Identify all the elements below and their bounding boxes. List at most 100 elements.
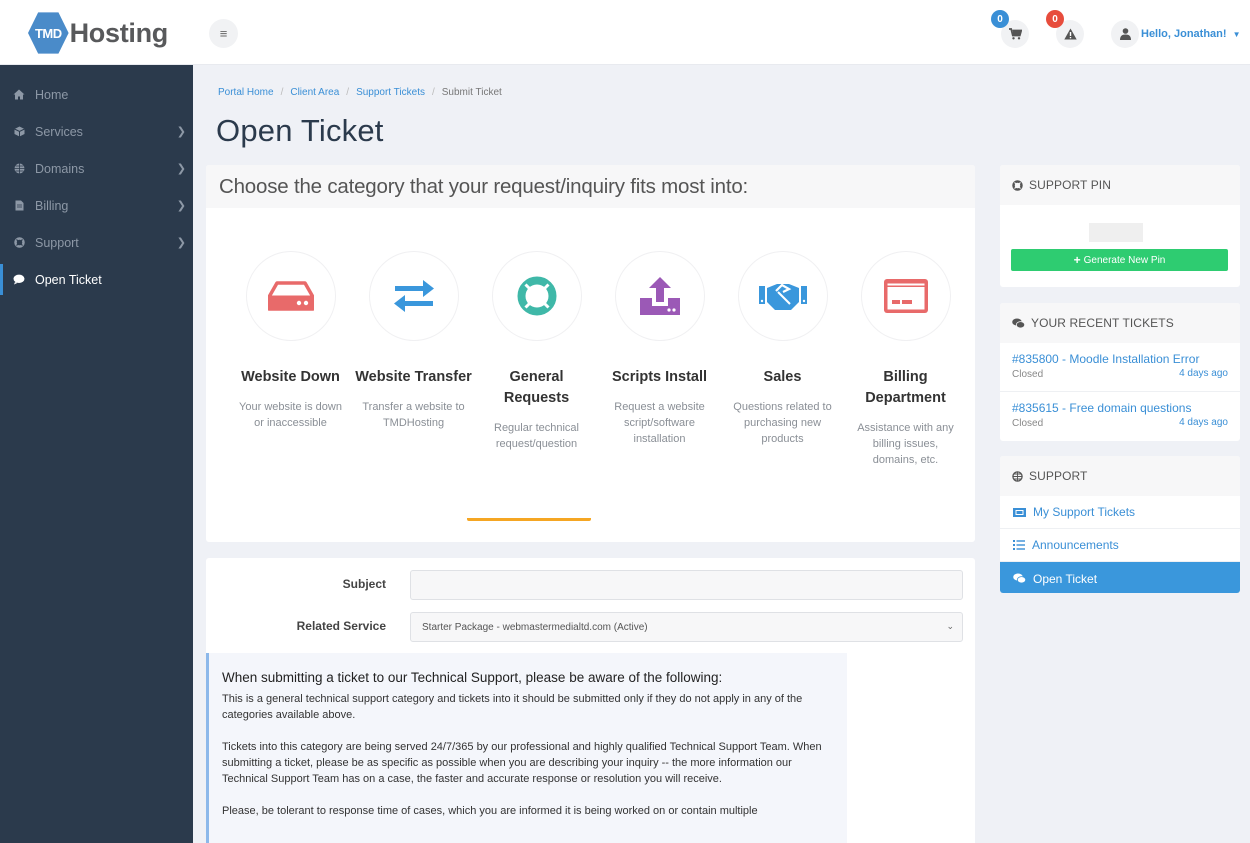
category-billing-department[interactable]: Billing Department Assistance with any b… bbox=[844, 251, 967, 468]
support-links-panel: SUPPORT My Support Tickets Announcements… bbox=[1000, 456, 1240, 593]
top-header: TMD Hosting ≡ 0 0 Hello, Jonathan! ▼ bbox=[0, 0, 1250, 65]
sidebar-item-label: Home bbox=[35, 87, 69, 102]
category-description: Request a website script/software instal… bbox=[614, 401, 705, 445]
ticket-time: 4 days ago bbox=[1179, 417, 1228, 428]
sidebar-item-open-ticket[interactable]: Open Ticket bbox=[0, 261, 193, 298]
breadcrumb: Portal Home / Client Area / Support Tick… bbox=[218, 87, 502, 98]
category-sales[interactable]: Sales Questions related to purchasing ne… bbox=[721, 251, 844, 468]
sidebar-item-label: Open Ticket bbox=[35, 272, 102, 287]
selected-category-indicator bbox=[467, 518, 591, 521]
support-link-announcements[interactable]: Announcements bbox=[1000, 529, 1240, 562]
support-pin-panel: SUPPORT PIN + Generate New Pin bbox=[1000, 165, 1240, 287]
recent-ticket-item[interactable]: #835800 - Moodle Installation Error Clos… bbox=[1000, 343, 1240, 392]
category-title: Sales bbox=[763, 369, 802, 385]
chevron-right-icon: ❯ bbox=[176, 200, 186, 212]
warning-icon bbox=[1063, 28, 1077, 40]
user-icon bbox=[1119, 28, 1131, 40]
category-icon-circle bbox=[368, 251, 459, 341]
notice-paragraph: This is a general technical support cate… bbox=[222, 693, 803, 721]
breadcrumb-client-area[interactable]: Client Area bbox=[290, 87, 339, 98]
category-description: Assistance with any billing issues, doma… bbox=[857, 422, 954, 466]
sidebar: Home Services ❯ Domains ❯ Billing ❯ Supp… bbox=[0, 65, 193, 843]
category-website-down[interactable]: Website Down Your website is down or ina… bbox=[229, 251, 352, 468]
logo[interactable]: TMD Hosting bbox=[28, 9, 168, 57]
plus-icon: + bbox=[1073, 253, 1081, 267]
life-ring-icon bbox=[13, 237, 25, 249]
category-description: Transfer a website to TMDHosting bbox=[362, 401, 465, 429]
support-notice: When submitting a ticket to our Technica… bbox=[206, 653, 847, 843]
category-scripts-install[interactable]: Scripts Install Request a website script… bbox=[598, 251, 721, 468]
ticket-form: Subject Related Service Starter Package … bbox=[206, 558, 975, 843]
subject-label: Subject bbox=[342, 577, 386, 591]
ticket-title: #835615 - Free domain questions bbox=[1012, 401, 1192, 415]
sidebar-item-services[interactable]: Services ❯ bbox=[0, 113, 193, 150]
recent-tickets-title: YOUR RECENT TICKETS bbox=[1031, 316, 1174, 330]
hamburger-icon: ≡ bbox=[219, 26, 228, 41]
related-service-select[interactable]: Starter Package - webmastermedialtd.com … bbox=[410, 612, 963, 642]
globe-icon bbox=[13, 163, 25, 175]
breadcrumb-separator: / bbox=[280, 87, 284, 98]
breadcrumb-portal-home[interactable]: Portal Home bbox=[218, 87, 274, 98]
sidebar-item-label: Domains bbox=[35, 161, 85, 176]
notice-heading: When submitting a ticket to our Technica… bbox=[222, 670, 723, 685]
category-icon-circle bbox=[491, 251, 582, 341]
support-link-label: Announcements bbox=[1032, 538, 1119, 552]
category-title: Website Transfer bbox=[355, 369, 472, 385]
comments-icon bbox=[1012, 318, 1025, 329]
breadcrumb-separator: / bbox=[431, 87, 435, 98]
menu-toggle-button[interactable]: ≡ bbox=[209, 19, 238, 48]
cart-count-badge: 0 bbox=[991, 10, 1009, 28]
support-links-header: SUPPORT bbox=[1000, 456, 1240, 496]
chevron-down-icon: ⌄ bbox=[946, 621, 954, 631]
category-general-requests[interactable]: General Requests Regular technical reque… bbox=[475, 251, 598, 468]
notice-paragraph: Tickets into this category are being ser… bbox=[222, 741, 822, 785]
notice-paragraph: Please, be tolerant to response time of … bbox=[222, 805, 758, 817]
category-card: Choose the category that your request/in… bbox=[206, 165, 975, 542]
category-website-transfer[interactable]: Website Transfer Transfer a website to T… bbox=[352, 251, 475, 468]
user-menu[interactable]: Hello, Jonathan! ▼ bbox=[1111, 20, 1240, 48]
page-title: Open Ticket bbox=[216, 113, 384, 148]
alerts-count-badge: 0 bbox=[1046, 10, 1064, 28]
subject-input[interactable] bbox=[410, 570, 963, 600]
support-links-title: SUPPORT bbox=[1029, 469, 1088, 483]
upload-icon bbox=[639, 277, 680, 315]
sidebar-item-billing[interactable]: Billing ❯ bbox=[0, 187, 193, 224]
sidebar-item-support[interactable]: Support ❯ bbox=[0, 224, 193, 261]
alerts-button[interactable]: 0 bbox=[1046, 10, 1084, 48]
chevron-right-icon: ❯ bbox=[176, 126, 186, 138]
cube-icon bbox=[13, 126, 25, 138]
related-service-value: Starter Package - webmastermedialtd.com … bbox=[422, 621, 648, 633]
category-description: Regular technical request/question bbox=[494, 422, 579, 450]
breadcrumb-support-tickets[interactable]: Support Tickets bbox=[356, 87, 425, 98]
support-link-my-tickets[interactable]: My Support Tickets bbox=[1000, 496, 1240, 529]
support-link-open-ticket[interactable]: Open Ticket bbox=[1000, 562, 1240, 593]
globe-icon bbox=[1012, 470, 1023, 482]
category-description: Questions related to purchasing new prod… bbox=[733, 401, 832, 445]
category-title: Scripts Install bbox=[611, 369, 708, 385]
ticket-icon bbox=[1013, 507, 1026, 517]
ticket-time: 4 days ago bbox=[1179, 368, 1228, 379]
cart-button[interactable]: 0 bbox=[991, 10, 1029, 48]
sidebar-item-home[interactable]: Home bbox=[0, 76, 193, 113]
category-icon-circle bbox=[245, 251, 336, 341]
category-title: General Requests bbox=[503, 369, 570, 406]
ticket-title: #835800 - Moodle Installation Error bbox=[1012, 352, 1200, 366]
sidebar-item-label: Support bbox=[35, 235, 79, 250]
category-title: Billing Department bbox=[865, 369, 946, 406]
category-title: Website Down bbox=[241, 369, 340, 385]
caret-down-icon: ▼ bbox=[1232, 29, 1241, 39]
recent-tickets-header: YOUR RECENT TICKETS bbox=[1000, 303, 1240, 343]
category-description: Your website is down or inaccessible bbox=[239, 401, 342, 429]
support-pin-value bbox=[1089, 223, 1143, 242]
breadcrumb-current: Submit Ticket bbox=[441, 87, 502, 98]
sidebar-item-domains[interactable]: Domains ❯ bbox=[0, 150, 193, 187]
recent-ticket-item[interactable]: #835615 - Free domain questions Closed 4… bbox=[1000, 392, 1240, 441]
home-icon bbox=[13, 89, 25, 101]
cart-icon bbox=[1008, 28, 1022, 40]
user-greeting: Hello, Jonathan! bbox=[1141, 28, 1227, 40]
generate-pin-button[interactable]: + Generate New Pin bbox=[1011, 249, 1228, 271]
life-ring-icon bbox=[517, 276, 556, 316]
sidebar-item-label: Billing bbox=[35, 198, 69, 213]
support-link-label: Open Ticket bbox=[1033, 571, 1098, 586]
invoice-icon bbox=[13, 200, 25, 212]
